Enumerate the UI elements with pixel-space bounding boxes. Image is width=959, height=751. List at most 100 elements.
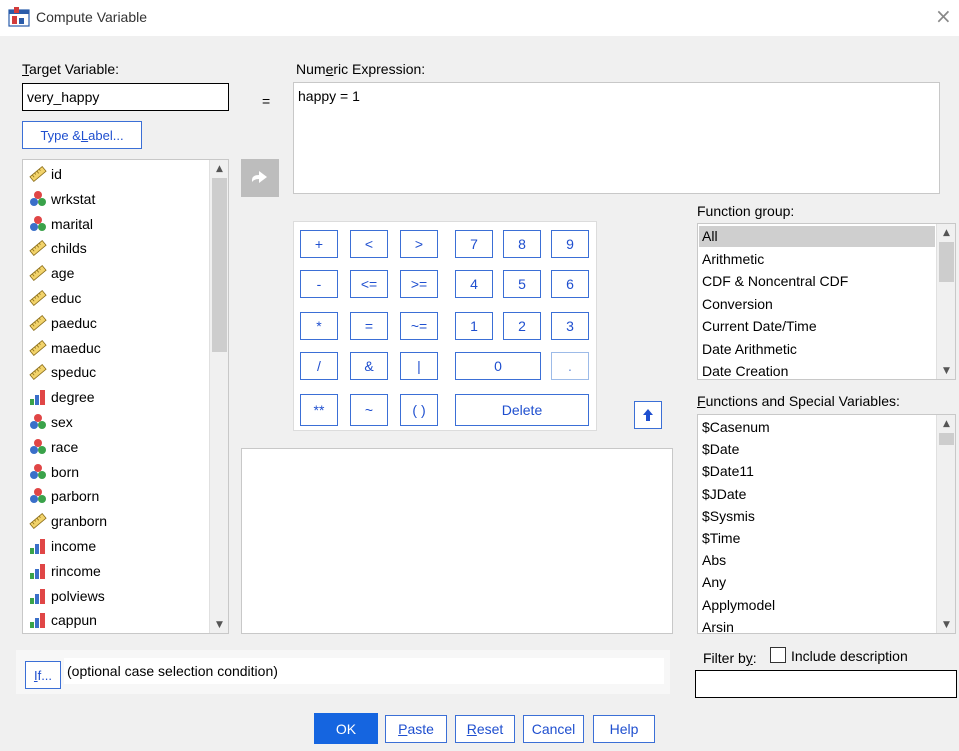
key-greater-than[interactable]: >: [400, 230, 438, 258]
key-7[interactable]: 7: [455, 230, 493, 258]
key-equals[interactable]: =: [350, 312, 388, 340]
type-label-button[interactable]: Type & Label...: [22, 121, 142, 149]
variable-item[interactable]: paeduc: [29, 311, 97, 335]
function-group-item[interactable]: Conversion: [702, 294, 773, 315]
function-item[interactable]: $Sysmis: [702, 506, 755, 527]
filter-input[interactable]: [695, 670, 957, 698]
scroll-down-icon[interactable]: ▼: [937, 616, 955, 633]
target-variable-label: Target Variable:: [22, 61, 120, 77]
key-minus[interactable]: -: [300, 270, 338, 298]
variable-item[interactable]: wrkstat: [29, 187, 95, 211]
variable-item[interactable]: polviews: [29, 584, 105, 608]
scroll-down-icon[interactable]: ▼: [937, 362, 955, 379]
function-item[interactable]: Arsin: [702, 617, 734, 633]
nominal-icon: [29, 438, 51, 456]
key-plus[interactable]: +: [300, 230, 338, 258]
function-group-scrollbar[interactable]: ▲ ▼: [936, 224, 955, 379]
key-9[interactable]: 9: [551, 230, 589, 258]
arrow-up-icon: [643, 409, 653, 421]
key-not-equal[interactable]: ~=: [400, 312, 438, 340]
variable-list[interactable]: id wrkstat marital childs age educ paeduc maedu…: [22, 159, 229, 634]
variable-item[interactable]: marital: [29, 212, 93, 236]
variable-list-scrollbar[interactable]: ▲ ▼: [209, 160, 228, 633]
variable-item-label: income: [51, 538, 97, 554]
variable-item[interactable]: sex: [29, 410, 73, 434]
key-less-equal[interactable]: <=: [350, 270, 388, 298]
variable-item[interactable]: rincome: [29, 559, 101, 583]
variable-item[interactable]: age: [29, 261, 74, 285]
paste-button[interactable]: Paste: [385, 715, 447, 743]
variable-item[interactable]: race: [29, 435, 78, 459]
key-and[interactable]: &: [350, 352, 388, 380]
function-item[interactable]: $Date: [702, 439, 739, 460]
variable-item[interactable]: maeduc: [29, 336, 101, 360]
function-item[interactable]: $Date11: [702, 461, 754, 482]
key-4[interactable]: 4: [455, 270, 493, 298]
function-group-item[interactable]: Arithmetic: [702, 249, 764, 270]
function-group-item[interactable]: Date Arithmetic: [702, 339, 797, 360]
key-5[interactable]: 5: [503, 270, 541, 298]
scale-ruler-icon: [29, 239, 51, 257]
scroll-thumb[interactable]: [939, 242, 954, 282]
scroll-up-icon[interactable]: ▲: [210, 160, 228, 177]
functions-list-scrollbar[interactable]: ▲ ▼: [936, 415, 955, 633]
key-1[interactable]: 1: [455, 312, 493, 340]
arrow-right-icon: [252, 171, 267, 183]
key-not[interactable]: ~: [350, 394, 388, 426]
help-button[interactable]: Help: [593, 715, 655, 743]
function-item[interactable]: $Casenum: [702, 417, 770, 438]
variable-item[interactable]: id: [29, 162, 62, 186]
scroll-up-icon[interactable]: ▲: [937, 415, 955, 432]
function-group-item[interactable]: Current Date/Time: [702, 316, 817, 337]
ok-button[interactable]: OK: [314, 713, 378, 744]
variable-item-label: age: [51, 265, 75, 282]
key-3[interactable]: 3: [551, 312, 589, 340]
scroll-thumb[interactable]: [939, 433, 954, 445]
function-group-item[interactable]: All: [699, 226, 935, 247]
insert-function-button[interactable]: [634, 401, 662, 429]
target-variable-input[interactable]: very_happy: [22, 83, 229, 111]
cancel-button[interactable]: Cancel: [523, 715, 584, 743]
variable-item[interactable]: parborn: [29, 484, 99, 508]
function-item[interactable]: Any: [702, 572, 726, 593]
key-8[interactable]: 8: [503, 230, 541, 258]
function-group-list[interactable]: All Arithmetic CDF & Noncentral CDF Convers…: [697, 223, 956, 380]
key-divide[interactable]: /: [300, 352, 338, 380]
calculator-keypad: + < > 7 8 9 - <= >= 4 5 6 * = ~= 1 2 3 /…: [293, 221, 597, 431]
key-less-than[interactable]: <: [350, 230, 388, 258]
variable-item[interactable]: cappun: [29, 608, 97, 632]
key-or[interactable]: |: [400, 352, 438, 380]
key-2[interactable]: 2: [503, 312, 541, 340]
close-icon[interactable]: ×: [935, 5, 952, 27]
functions-list[interactable]: $Casenum $Date $Date11 $JDate $Sysmis $Time Ab…: [697, 414, 956, 634]
variable-item[interactable]: speduc: [29, 360, 96, 384]
variable-item[interactable]: granborn: [29, 509, 107, 533]
variable-item[interactable]: childs: [29, 236, 87, 260]
numeric-expression-field[interactable]: happy = 1: [293, 82, 940, 194]
key-decimal[interactable]: .: [551, 352, 589, 380]
function-item[interactable]: $Time: [702, 528, 740, 549]
scroll-thumb[interactable]: [212, 178, 227, 352]
function-group-item[interactable]: CDF & Noncentral CDF: [702, 271, 848, 292]
key-power[interactable]: **: [300, 394, 338, 426]
function-item[interactable]: Applymodel: [702, 595, 775, 616]
key-0[interactable]: 0: [455, 352, 541, 380]
function-item[interactable]: $JDate: [702, 484, 746, 505]
scroll-down-icon[interactable]: ▼: [210, 616, 228, 633]
variable-item[interactable]: educ: [29, 286, 81, 310]
key-parentheses[interactable]: ( ): [400, 394, 438, 426]
reset-button[interactable]: Reset: [455, 715, 515, 743]
include-description-checkbox[interactable]: [770, 647, 786, 663]
scroll-up-icon[interactable]: ▲: [937, 224, 955, 241]
function-group-item[interactable]: Date Creation: [702, 361, 788, 379]
function-item[interactable]: Abs: [702, 550, 726, 571]
variable-item[interactable]: born: [29, 460, 79, 484]
variable-item[interactable]: income: [29, 534, 96, 558]
move-variable-button[interactable]: [241, 159, 279, 197]
variable-item[interactable]: degree: [29, 385, 95, 409]
if-button[interactable]: If...: [25, 661, 61, 689]
key-delete[interactable]: Delete: [455, 394, 589, 426]
key-6[interactable]: 6: [551, 270, 589, 298]
key-greater-equal[interactable]: >=: [400, 270, 438, 298]
key-multiply[interactable]: *: [300, 312, 338, 340]
